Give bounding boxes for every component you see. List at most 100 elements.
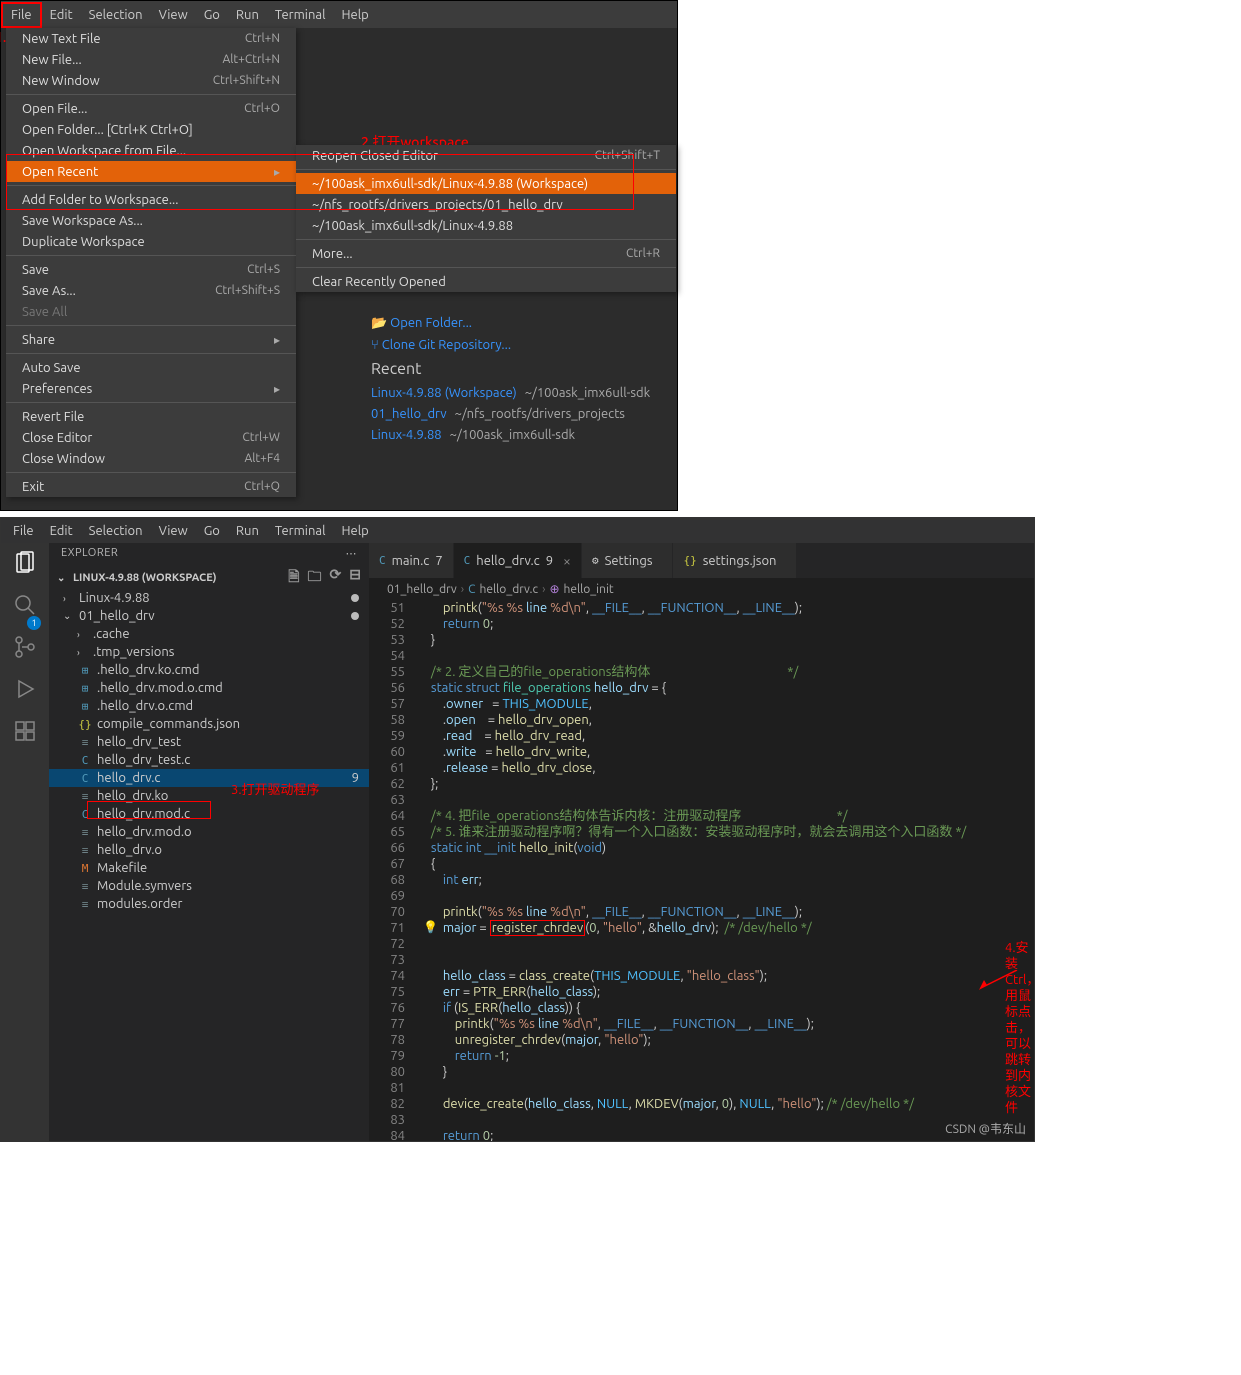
- code-line[interactable]: 53 }: [369, 632, 1034, 648]
- menu-item[interactable]: New File...Alt+Ctrl+N: [6, 49, 296, 70]
- tree-item[interactable]: ⊞.hello_drv.o.cmd: [49, 697, 369, 715]
- code-line[interactable]: 77 printk("%s %s line %d\n", __FILE__, _…: [369, 1016, 1034, 1032]
- menu-item[interactable]: Preferences▸: [6, 378, 296, 399]
- code-line[interactable]: 81: [369, 1080, 1034, 1096]
- tree-item[interactable]: ⌄01_hello_drv: [49, 607, 369, 625]
- breadcrumb[interactable]: 01_hello_drv›C hello_drv.c›⊕ hello_init: [369, 578, 1034, 600]
- menu-file[interactable]: File: [1, 2, 42, 28]
- code-line[interactable]: 69: [369, 888, 1034, 904]
- code-line[interactable]: 59 .read = hello_drv_read,: [369, 728, 1034, 744]
- close-icon[interactable]: ×: [563, 553, 571, 569]
- menu-go[interactable]: Go: [196, 4, 228, 26]
- menu-view[interactable]: View: [151, 4, 196, 26]
- code-line[interactable]: 64 /* 4. 把file_operations结构体告诉内核：注册驱动程序 …: [369, 808, 1034, 824]
- menu-item[interactable]: Save As...Ctrl+Shift+S: [6, 280, 296, 301]
- recent-item[interactable]: ~/100ask_imx6ull-sdk/Linux-4.9.88: [296, 215, 676, 236]
- tree-item[interactable]: ›.cache: [49, 625, 369, 643]
- menu-terminal[interactable]: Terminal: [267, 521, 334, 541]
- code-line[interactable]: 79 return -1;: [369, 1048, 1034, 1064]
- code-editor[interactable]: 💡 4.安装Ctrl，用鼠标点击，可以跳转到内核文件 51 printk("%s…: [369, 600, 1034, 1141]
- tree-item[interactable]: ›Linux-4.9.88: [49, 589, 369, 607]
- code-line[interactable]: 65 /* 5. 谁来注册驱动程序啊？得有一个入口函数：安装驱动程序时，就会去调…: [369, 824, 1034, 840]
- code-line[interactable]: 72: [369, 936, 1034, 952]
- tree-item[interactable]: ≡modules.order: [49, 895, 369, 913]
- code-line[interactable]: 63: [369, 792, 1034, 808]
- tree-item[interactable]: {}compile_commands.json: [49, 715, 369, 733]
- collapse-icon[interactable]: ⊟: [349, 566, 361, 590]
- menu-item[interactable]: Save Workspace As...: [6, 210, 296, 231]
- editor-tab[interactable]: ⚙Settings: [582, 543, 674, 578]
- explorer-icon[interactable]: [13, 551, 37, 575]
- extensions-icon[interactable]: [13, 719, 37, 743]
- new-folder-icon[interactable]: 🗀: [308, 566, 322, 590]
- editor-tab[interactable]: {}settings.json: [673, 543, 797, 578]
- code-line[interactable]: 80 }: [369, 1064, 1034, 1080]
- clone-repo-link[interactable]: ⑂ Clone Git Repository...: [371, 338, 650, 352]
- menu-item[interactable]: ExitCtrl+Q: [6, 476, 296, 497]
- code-line[interactable]: 62 };: [369, 776, 1034, 792]
- code-line[interactable]: 82 device_create(hello_class, NULL, MKDE…: [369, 1096, 1034, 1112]
- source-control-icon[interactable]: [13, 635, 37, 659]
- menu-go[interactable]: Go: [196, 521, 228, 541]
- tree-item[interactable]: ⊞.hello_drv.mod.o.cmd: [49, 679, 369, 697]
- code-line[interactable]: 66 static int __init hello_init(void): [369, 840, 1034, 856]
- code-line[interactable]: 57 .owner = THIS_MODULE,: [369, 696, 1034, 712]
- run-debug-icon[interactable]: [13, 677, 37, 701]
- menu-selection[interactable]: Selection: [81, 4, 151, 26]
- menu-item[interactable]: Auto Save: [6, 357, 296, 378]
- menu-item[interactable]: Close EditorCtrl+W: [6, 427, 296, 448]
- menu-help[interactable]: Help: [333, 4, 376, 26]
- tree-item[interactable]: ≡hello_drv.mod.o: [49, 823, 369, 841]
- code-line[interactable]: 76 if (IS_ERR(hello_class)) {: [369, 1000, 1034, 1016]
- code-line[interactable]: 78 unregister_chrdev(major, "hello");: [369, 1032, 1034, 1048]
- menu-selection[interactable]: Selection: [81, 521, 151, 541]
- menu-item[interactable]: Close WindowAlt+F4: [6, 448, 296, 469]
- menu-view[interactable]: View: [151, 521, 196, 541]
- code-line[interactable]: 83: [369, 1112, 1034, 1128]
- menu-help[interactable]: Help: [333, 521, 376, 541]
- code-line[interactable]: 75 err = PTR_ERR(hello_class);: [369, 984, 1034, 1000]
- code-line[interactable]: 68 int err;: [369, 872, 1034, 888]
- editor-tab[interactable]: Cmain.c7: [369, 543, 454, 578]
- recent-item[interactable]: Clear Recently Opened: [296, 271, 676, 292]
- code-line[interactable]: 51 printk("%s %s line %d\n", __FILE__, _…: [369, 600, 1034, 616]
- refresh-icon[interactable]: ⟳: [330, 566, 342, 590]
- code-line[interactable]: 84 return 0;: [369, 1128, 1034, 1142]
- code-line[interactable]: 74 hello_class = class_create(THIS_MODUL…: [369, 968, 1034, 984]
- breadcrumb-item[interactable]: hello_drv.c: [480, 583, 539, 596]
- open-folder-link[interactable]: 📂 Open Folder...: [371, 316, 650, 331]
- tree-item[interactable]: ≡Module.symvers: [49, 877, 369, 895]
- tree-item[interactable]: ›.tmp_versions: [49, 643, 369, 661]
- recent-link[interactable]: Linux-4.9.88 (Workspace)~/100ask_imx6ull…: [371, 386, 650, 400]
- menu-item[interactable]: SaveCtrl+S: [6, 259, 296, 280]
- menu-item[interactable]: Duplicate Workspace: [6, 231, 296, 252]
- code-line[interactable]: 73: [369, 952, 1034, 968]
- menu-item[interactable]: New Text FileCtrl+N: [6, 28, 296, 49]
- search-icon[interactable]: [13, 593, 37, 617]
- menu-item[interactable]: Revert File: [6, 406, 296, 427]
- menu-terminal[interactable]: Terminal: [267, 4, 334, 26]
- menu-item[interactable]: Open File...Ctrl+O: [6, 98, 296, 119]
- code-line[interactable]: 54: [369, 648, 1034, 664]
- code-line[interactable]: 67 {: [369, 856, 1034, 872]
- recent-item[interactable]: More...Ctrl+R: [296, 243, 676, 264]
- tree-item[interactable]: Chello_drv.c9: [49, 769, 369, 787]
- recent-link[interactable]: 01_hello_drv~/nfs_rootfs/drivers_project…: [371, 407, 650, 421]
- menu-run[interactable]: Run: [228, 4, 267, 26]
- menu-run[interactable]: Run: [228, 521, 267, 541]
- code-line[interactable]: 60 .write = hello_drv_write,: [369, 744, 1034, 760]
- tree-item[interactable]: ⊞.hello_drv.ko.cmd: [49, 661, 369, 679]
- menu-edit[interactable]: Edit: [42, 4, 81, 26]
- code-line[interactable]: 56 static struct file_operations hello_d…: [369, 680, 1034, 696]
- code-line[interactable]: 70 printk("%s %s line %d\n", __FILE__, _…: [369, 904, 1034, 920]
- code-line[interactable]: 55 /* 2. 定义自己的file_operations结构体 */: [369, 664, 1034, 680]
- tree-item[interactable]: ≡hello_drv.o: [49, 841, 369, 859]
- menu-file[interactable]: File: [5, 521, 42, 541]
- menu-item[interactable]: Open Folder... [Ctrl+K Ctrl+O]: [6, 119, 296, 140]
- tree-item[interactable]: MMakefile: [49, 859, 369, 877]
- workspace-header[interactable]: ⌄LINUX-4.9.88 (WORKSPACE) 🗎 🗀 ⟳ ⊟: [49, 567, 369, 589]
- code-line[interactable]: 71 major = register_chrdev(0, "hello", &…: [369, 920, 1034, 936]
- code-line[interactable]: 61 .release = hello_drv_close,: [369, 760, 1034, 776]
- code-line[interactable]: 52 return 0;: [369, 616, 1034, 632]
- menu-item[interactable]: Save All: [6, 301, 296, 322]
